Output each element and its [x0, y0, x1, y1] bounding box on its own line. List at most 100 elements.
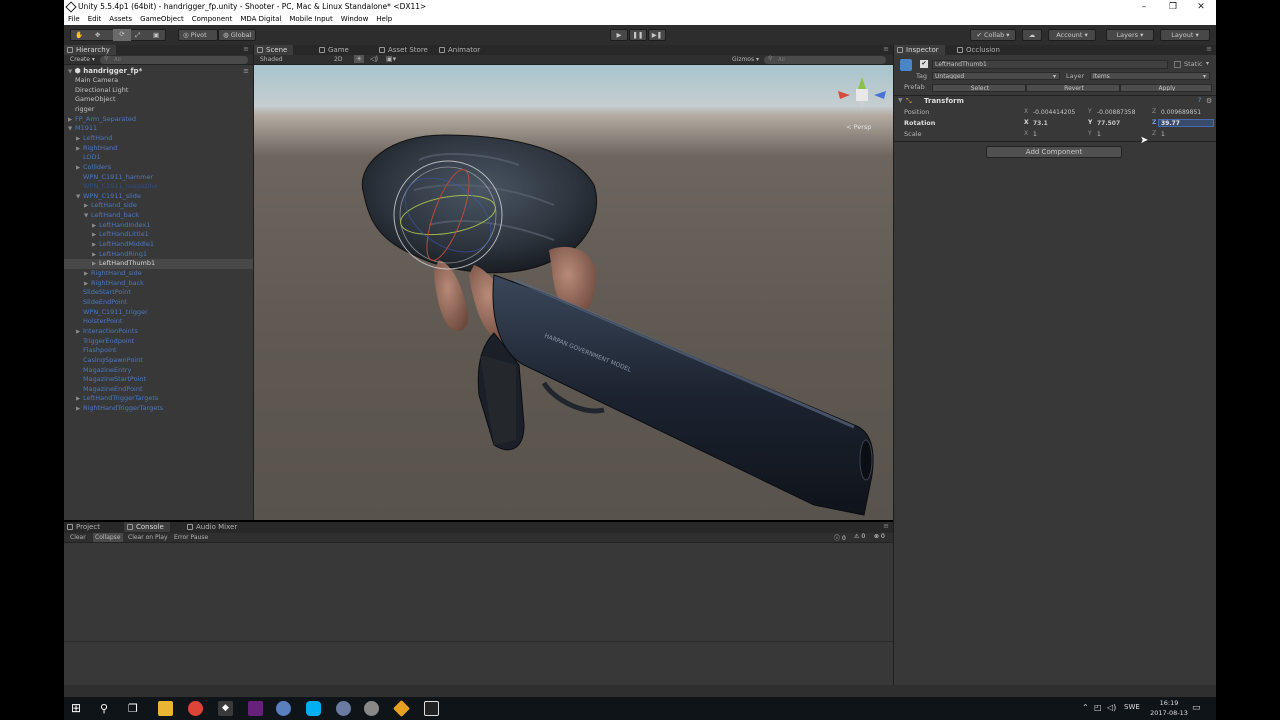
scene-menu-icon[interactable]: ≡	[243, 66, 249, 76]
hierarchy-row[interactable]: ▶ LeftHand	[64, 134, 253, 144]
tray-chevron-icon[interactable]: ⌃	[1082, 703, 1089, 712]
menu-help[interactable]: Help	[372, 14, 396, 25]
hierarchy-row[interactable]: HolsterPoint	[64, 317, 253, 327]
step-button[interactable]: ▶❚	[648, 29, 666, 41]
rotation-z-field[interactable]: 39.77	[1158, 119, 1214, 127]
tab-asset-store[interactable]: Asset Store	[376, 45, 434, 55]
scene-viewport[interactable]: HARPAN GOVERNMENT MODEL < Persp	[254, 65, 893, 520]
menu-edit[interactable]: Edit	[84, 14, 106, 25]
error-count-toggle[interactable]: ⊗ 0	[874, 533, 885, 540]
orientation-gizmo[interactable]	[838, 77, 886, 109]
tab-animator[interactable]: Animator	[436, 45, 486, 55]
gizmos-dropdown[interactable]: Gizmos ▾	[732, 56, 759, 63]
warning-count-toggle[interactable]: ⚠ 0	[854, 533, 865, 540]
rotate-tool-icon[interactable]: ⟳	[113, 29, 131, 41]
hierarchy-row[interactable]: ▶ RightHand_side	[64, 269, 253, 279]
effects-toggle-icon[interactable]: ▣▾	[386, 55, 396, 63]
hierarchy-row[interactable]: rigger	[64, 105, 253, 115]
scene-root-row[interactable]: ▼ ⬢ handrigger_fp* ≡	[64, 66, 253, 76]
prefab-revert-button[interactable]: Revert	[1026, 84, 1120, 92]
visual-studio-icon[interactable]	[248, 701, 263, 716]
tab-audio-mixer[interactable]: Audio Mixer	[184, 522, 243, 532]
hierarchy-search[interactable]: ⚲ All	[100, 55, 248, 64]
hierarchy-row[interactable]: MagazineStartPoint	[64, 375, 253, 385]
panel-menu-icon[interactable]: ≡	[883, 45, 889, 53]
object-name-field[interactable]: LeftHandThumb1	[932, 60, 1168, 69]
tab-hierarchy[interactable]: Hierarchy	[64, 45, 116, 55]
maximize-button[interactable]: ❐	[1159, 0, 1187, 14]
audio-toggle-icon[interactable]: ◁)	[370, 55, 378, 63]
volume-icon[interactable]: ◁)	[1107, 703, 1116, 712]
position-z-field[interactable]: 0.009689851	[1158, 108, 1214, 116]
console-error-pause-button[interactable]: Error Pause	[174, 534, 208, 541]
expand-arrow-icon[interactable]: ▶	[76, 405, 83, 415]
scene-search[interactable]: ⚲ All	[764, 55, 886, 64]
windows-start-icon[interactable]: ⊞	[71, 701, 86, 716]
tab-occlusion[interactable]: Occlusion	[954, 45, 1006, 55]
layout-dropdown[interactable]: Layout ▾	[1160, 29, 1210, 41]
hierarchy-row[interactable]: TriggerEndpoint	[64, 337, 253, 347]
pivot-toggle[interactable]: ◎ Pivot	[178, 29, 218, 41]
panel-menu-icon[interactable]: ≡	[243, 45, 249, 53]
prefab-apply-button[interactable]: Apply	[1120, 84, 1212, 92]
account-dropdown[interactable]: Account ▾	[1048, 29, 1096, 41]
clock-date[interactable]: 2017-08-13	[1146, 709, 1192, 717]
task-view-icon[interactable]: ❐	[128, 701, 143, 716]
hierarchy-row[interactable]: ▶ LeftHandIndex1	[64, 221, 253, 231]
hierarchy-row[interactable]: WPN_C1911_hammer	[64, 173, 253, 183]
search-icon[interactable]: ⚲	[100, 701, 115, 716]
hierarchy-row[interactable]: SlideStartPoint	[64, 288, 253, 298]
hierarchy-row[interactable]: Main Camera	[64, 76, 253, 86]
scale-x-field[interactable]: 1	[1030, 130, 1088, 138]
2d-toggle[interactable]: 2D	[334, 56, 342, 63]
hierarchy-row[interactable]: LOD1	[64, 153, 253, 163]
hierarchy-row[interactable]: SlideEndPoint	[64, 298, 253, 308]
hierarchy-row[interactable]: MagazineEndPoint	[64, 385, 253, 395]
shading-mode-dropdown[interactable]: Shaded	[260, 56, 283, 63]
menu-assets[interactable]: Assets	[105, 14, 136, 25]
transform-header[interactable]: Transform	[924, 97, 964, 105]
rotation-y-field[interactable]: 77.507	[1094, 119, 1152, 127]
panel-menu-icon[interactable]: ≡	[883, 522, 889, 530]
settings-gear-icon[interactable]: ⚙	[1206, 97, 1212, 105]
hierarchy-row[interactable]: Flashpoint	[64, 346, 253, 356]
add-component-button[interactable]: Add Component	[986, 146, 1122, 158]
hierarchy-row[interactable]: ▶ LeftHandMiddle1	[64, 240, 253, 250]
active-checkbox[interactable]: ✔	[920, 60, 928, 68]
hierarchy-row[interactable]: MagazineEntry	[64, 366, 253, 376]
hierarchy-row[interactable]: ▶ LeftHandRing1	[64, 250, 253, 260]
console-log-area[interactable]	[64, 543, 893, 685]
tab-inspector[interactable]: Inspector	[894, 45, 945, 55]
tab-project[interactable]: Project	[64, 522, 106, 532]
expand-arrow-icon[interactable]: ▼	[898, 97, 903, 104]
menu-gameobject[interactable]: GameObject	[136, 14, 188, 25]
close-button[interactable]: ✕	[1187, 0, 1215, 14]
app-icon[interactable]	[364, 701, 379, 716]
hierarchy-row[interactable]: ▶ LeftHandLittle1	[64, 230, 253, 240]
pause-button[interactable]: ❚❚	[629, 29, 647, 41]
menu-file[interactable]: File	[64, 14, 84, 25]
console-clear-button[interactable]: Clear	[70, 534, 86, 541]
notifications-icon[interactable]: ▭	[1192, 703, 1201, 713]
scale-z-field[interactable]: 1	[1158, 130, 1214, 138]
hierarchy-row[interactable]: WPN_C1911_trigger	[64, 308, 253, 318]
static-checkbox[interactable]	[1174, 61, 1181, 68]
hierarchy-row[interactable]: ▶ RightHand_back	[64, 279, 253, 289]
hierarchy-row[interactable]: ▶ LeftHandThumb1	[64, 259, 253, 269]
hand-tool-icon[interactable]: ✋	[75, 30, 83, 40]
unity-icon[interactable]: ◆	[218, 701, 233, 716]
rotation-x-field[interactable]: 73.1	[1030, 119, 1088, 127]
tab-console[interactable]: Console	[124, 522, 170, 532]
cloud-button[interactable]: ☁	[1022, 29, 1042, 41]
skype-icon[interactable]	[306, 701, 321, 716]
hierarchy-row[interactable]: ▶ InteractionPoints	[64, 327, 253, 337]
image-viewer-icon[interactable]	[424, 701, 439, 716]
hierarchy-row[interactable]: Directional Light	[64, 86, 253, 96]
layer-dropdown[interactable]: Items ▾	[1090, 72, 1210, 80]
prefab-select-button[interactable]: Select	[932, 84, 1026, 92]
clock-time[interactable]: 16:19	[1154, 699, 1184, 707]
static-dropdown-icon[interactable]: ▾	[1206, 60, 1209, 67]
hierarchy-row[interactable]: GameObject	[64, 95, 253, 105]
hierarchy-row[interactable]: ▶ RightHand	[64, 144, 253, 154]
tag-dropdown[interactable]: Untagged ▾	[932, 72, 1060, 80]
